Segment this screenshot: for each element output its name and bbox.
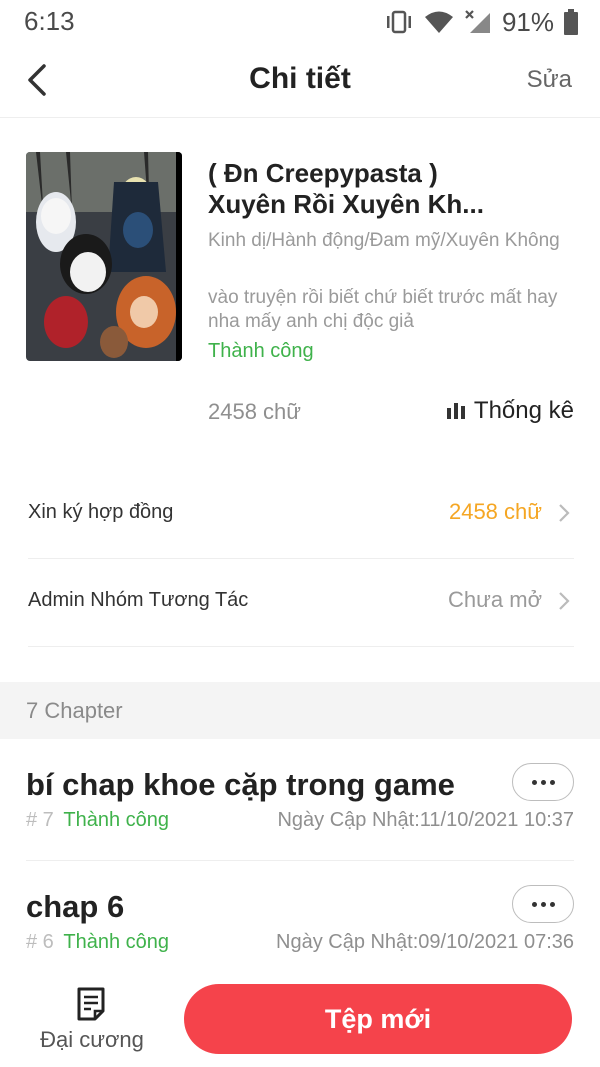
chapters-header: 7 Chapter <box>0 682 600 739</box>
status-bar: 6:13 91% <box>0 0 600 44</box>
contract-value: 2458 chữ <box>448 499 542 524</box>
chapter-title: chap 6 <box>26 889 125 924</box>
signal-icon <box>465 10 490 33</box>
chapters-count: 7 Chapter <box>26 698 123 723</box>
admin-group-value: Chưa mở <box>448 587 542 612</box>
battery-percent: 91% <box>501 6 554 37</box>
status-time: 6:13 <box>24 6 75 36</box>
top-nav: Chi tiết Sửa <box>0 44 600 118</box>
admin-group-row[interactable]: Admin Nhóm Tương Tác Chưa mở <box>28 559 574 647</box>
book-title-line2: Xuyên Rồi Xuyên Kh... <box>208 189 484 219</box>
new-file-button[interactable]: Tệp mới <box>184 984 572 1054</box>
book-cover-image[interactable] <box>26 152 182 361</box>
outline-label: Đại cương <box>40 1027 144 1052</box>
book-title-line1: ( Đn Creepypasta ) <box>208 158 438 188</box>
page-title: Chi tiết <box>249 62 351 95</box>
battery-icon <box>564 9 578 35</box>
stats-label: Thống kê <box>473 397 574 424</box>
book-title: ( Đn Creepypasta ) Xuyên Rồi Xuyên Kh... <box>208 158 578 220</box>
divider <box>28 646 574 647</box>
chapter-status: Thành công <box>63 931 170 953</box>
chapter-meta: # 7 Thành công <box>26 809 169 832</box>
bottom-bar: Đại cương Tệp mới <box>0 969 600 1067</box>
dot-icon <box>540 779 546 785</box>
wifi-icon <box>424 11 453 33</box>
chapter-updated: Ngày Cập Nhật:11/10/2021 10:37 <box>277 809 574 831</box>
chevron-right-icon <box>559 592 570 610</box>
stats-button[interactable]: Thống kê <box>446 397 574 425</box>
chapter-status: Thành công <box>63 809 170 831</box>
contract-row[interactable]: Xin ký hợp đồng 2458 chữ <box>28 471 574 559</box>
outline-button[interactable]: Đại cương <box>30 987 154 1057</box>
chapter-updated: Ngày Cập Nhật:09/10/2021 07:36 <box>276 931 574 953</box>
chapter-title: bí chap khoe cặp trong game <box>26 767 455 802</box>
chapter-item[interactable]: bí chap khoe cặp trong game # 7 Thành cô… <box>26 739 574 861</box>
admin-group-label: Admin Nhóm Tương Tác <box>28 589 249 611</box>
chapter-meta: # 6 Thành công <box>26 931 169 954</box>
more-options-button[interactable] <box>512 763 574 801</box>
chapter-number: # 7 <box>26 809 54 831</box>
dot-icon <box>549 901 555 907</box>
vibrate-icon <box>386 10 411 34</box>
chapter-item[interactable]: chap 6 # 6 Thành công Ngày Cập Nhật:09/1… <box>26 861 574 983</box>
bar-chart-icon <box>446 403 465 419</box>
book-word-count: 2458 chữ <box>208 399 302 424</box>
edit-button[interactable]: Sửa <box>527 66 572 94</box>
chapter-number: # 6 <box>26 931 54 953</box>
book-description: vào truyện rồi biết chứ biết trước mất h… <box>208 287 558 332</box>
contract-label: Xin ký hợp đồng <box>28 501 174 523</box>
more-options-button[interactable] <box>512 885 574 923</box>
dot-icon <box>540 901 546 907</box>
dot-icon <box>531 901 537 907</box>
chevron-right-icon <box>559 504 570 522</box>
book-status: Thành công <box>208 340 314 362</box>
dot-icon <box>549 779 555 785</box>
book-genres: Kinh dị/Hành động/Đam mỹ/Xuyên Không <box>208 230 560 251</box>
dot-icon <box>531 779 537 785</box>
document-icon <box>77 987 105 1021</box>
